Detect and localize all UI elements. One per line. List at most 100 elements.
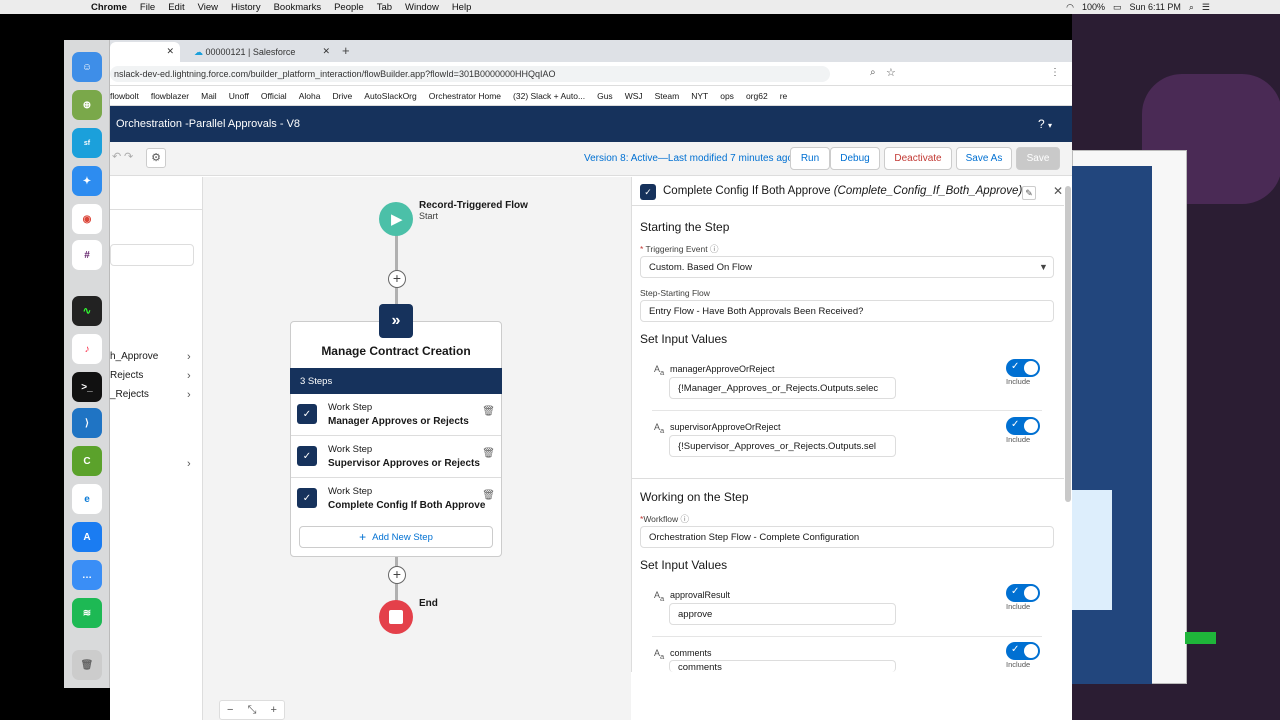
star-icon[interactable]: ☆ <box>886 66 896 79</box>
start-node[interactable]: ▶ <box>379 202 413 236</box>
bookmark-nyt[interactable]: NYT <box>691 91 708 101</box>
bookmark-ops[interactable]: ops <box>720 91 734 101</box>
toolbox-item[interactable]: Rejects <box>110 370 143 381</box>
delete-icon[interactable]: 🗑 <box>482 490 495 501</box>
salesforce-icon[interactable]: sf <box>72 128 102 158</box>
bookmark-slack-auto[interactable]: (32) Slack + Auto... <box>513 91 585 101</box>
chevron-right-icon[interactable]: › <box>187 458 191 470</box>
edge-icon[interactable]: e <box>72 484 102 514</box>
finder-icon[interactable]: ☺ <box>72 52 102 82</box>
triggering-event-select[interactable]: Custom. Based On Flow <box>640 256 1054 278</box>
vscode-icon[interactable]: ⟩ <box>72 408 102 438</box>
menu-history[interactable]: History <box>231 2 261 13</box>
chrome-icon[interactable]: ◉ <box>72 204 102 234</box>
bookmark-re[interactable]: re <box>780 91 788 101</box>
battery-percent[interactable]: 100% <box>1082 2 1105 12</box>
end-node[interactable] <box>379 600 413 634</box>
include-toggle[interactable]: ✓ <box>1006 417 1040 435</box>
run-button[interactable]: Run <box>790 147 830 170</box>
menu-view[interactable]: View <box>198 2 218 13</box>
starting-flow-field[interactable]: Entry Flow - Have Both Approvals Been Re… <box>640 300 1054 322</box>
toolbox-item[interactable]: h_Approve <box>110 351 158 362</box>
input-variable-value[interactable]: approve <box>669 603 896 625</box>
slack-icon[interactable]: # <box>72 240 102 270</box>
tab-active[interactable]: ✕ <box>110 42 180 62</box>
include-toggle[interactable]: ✓ <box>1006 642 1040 660</box>
music-icon[interactable]: ♪ <box>72 334 102 364</box>
chevron-right-icon[interactable]: › <box>187 370 191 382</box>
help-button[interactable]: ? ▾ <box>1038 117 1052 131</box>
add-element-button[interactable]: + <box>388 270 406 288</box>
control-center-icon[interactable]: ☰ <box>1202 2 1210 13</box>
step-item[interactable]: ✓ Work Step Supervisor Approves or Rejec… <box>291 438 501 478</box>
bookmark-unoff[interactable]: Unoff <box>229 91 249 101</box>
app-store-icon[interactable]: A <box>72 522 102 552</box>
bookmark-org62[interactable]: org62 <box>746 91 768 101</box>
menu-file[interactable]: File <box>140 2 155 13</box>
messages-icon[interactable]: … <box>72 560 102 590</box>
zoom-icon[interactable]: ⌕ <box>870 67 876 78</box>
edit-pencil-icon[interactable]: ✎ <box>1022 186 1036 200</box>
save-button[interactable]: Save <box>1016 147 1060 170</box>
delete-icon[interactable]: 🗑 <box>482 448 495 459</box>
bookmark-mail[interactable]: Mail <box>201 91 217 101</box>
menu-help[interactable]: Help <box>452 2 472 13</box>
deactivate-button[interactable]: Deactivate <box>884 147 952 170</box>
bookmark-flowblazer[interactable]: flowblazer <box>151 91 189 101</box>
menu-people[interactable]: People <box>334 2 364 13</box>
url-field[interactable]: nslack-dev-ed.lightning.force.com/builde… <box>110 66 830 82</box>
bookmark-official[interactable]: Official <box>261 91 287 101</box>
menu-edit[interactable]: Edit <box>168 2 184 13</box>
bookmark-steam[interactable]: Steam <box>655 91 680 101</box>
chevron-right-icon[interactable]: › <box>187 389 191 401</box>
include-toggle[interactable]: ✓ <box>1006 584 1040 602</box>
fit-view-icon[interactable]: ⤡ <box>248 704 257 717</box>
input-variable-value[interactable]: {!Supervisor_Approves_or_Rejects.Outputs… <box>669 435 896 457</box>
add-new-step-button[interactable]: + Add New Step <box>299 526 493 548</box>
close-icon[interactable]: ✕ <box>322 46 330 57</box>
zoom-in-icon[interactable]: + <box>270 704 276 716</box>
bookmark-gus[interactable]: Gus <box>597 91 613 101</box>
menu-bookmarks[interactable]: Bookmarks <box>274 2 322 13</box>
menu-tab[interactable]: Tab <box>377 2 392 13</box>
vpn-icon[interactable]: ⊕ <box>72 90 102 120</box>
bookmark-autoslackorg[interactable]: AutoSlackOrg <box>364 91 416 101</box>
input-variable-value[interactable]: comments <box>669 660 896 672</box>
activity-monitor-icon[interactable]: ∿ <box>72 296 102 326</box>
toolbox-item[interactable]: _Rejects <box>110 389 149 400</box>
save-as-button[interactable]: Save As <box>956 147 1012 170</box>
trash-icon[interactable]: 🗑 <box>72 650 102 680</box>
menu-app-name[interactable]: Chrome <box>91 2 127 13</box>
include-toggle[interactable]: ✓ <box>1006 359 1040 377</box>
search-icon[interactable]: ⌕ <box>1189 2 1194 13</box>
zoom-out-icon[interactable]: − <box>227 704 233 716</box>
settings-gear-icon[interactable]: ⚙ <box>146 148 166 168</box>
dropdown-caret-icon[interactable]: ▼ <box>1039 262 1048 272</box>
terminal-icon[interactable]: >_ <box>72 372 102 402</box>
bookmark-orchestrator-home[interactable]: Orchestrator Home <box>429 91 501 101</box>
bookmark-wsj[interactable]: WSJ <box>625 91 643 101</box>
close-panel-icon[interactable]: ✕ <box>1053 184 1063 198</box>
bookmark-aloha[interactable]: Aloha <box>299 91 321 101</box>
add-element-button[interactable]: + <box>388 566 406 584</box>
step-item[interactable]: ✓ Work Step Complete Config If Both Appr… <box>291 480 501 520</box>
chevron-right-icon[interactable]: › <box>187 351 191 363</box>
menu-clock[interactable]: Sun 6:11 PM <box>1130 2 1181 12</box>
menu-window[interactable]: Window <box>405 2 439 13</box>
info-icon[interactable]: ⓘ <box>680 514 689 524</box>
delete-icon[interactable]: 🗑 <box>482 406 495 417</box>
bookmark-drive[interactable]: Drive <box>332 91 352 101</box>
input-variable-value[interactable]: {!Manager_Approves_or_Rejects.Outputs.se… <box>669 377 896 399</box>
panel-scrollbar[interactable] <box>1065 186 1071 502</box>
safari-icon[interactable]: ✦ <box>72 166 102 196</box>
redo-icon[interactable]: ↷ <box>124 150 133 163</box>
chrome-menu-icon[interactable]: ⋮ <box>1050 67 1060 78</box>
close-icon[interactable]: ✕ <box>166 46 174 57</box>
tab-salesforce[interactable]: ☁ 00000121 | Salesforce ✕ <box>184 42 336 62</box>
info-icon[interactable]: ⓘ <box>710 244 719 254</box>
camtasia-icon[interactable]: C <box>72 446 102 476</box>
new-tab-icon[interactable]: + <box>342 43 350 58</box>
debug-button[interactable]: Debug <box>830 147 880 170</box>
undo-icon[interactable]: ↶ <box>112 150 121 163</box>
workflow-field[interactable]: Orchestration Step Flow - Complete Confi… <box>640 526 1054 548</box>
